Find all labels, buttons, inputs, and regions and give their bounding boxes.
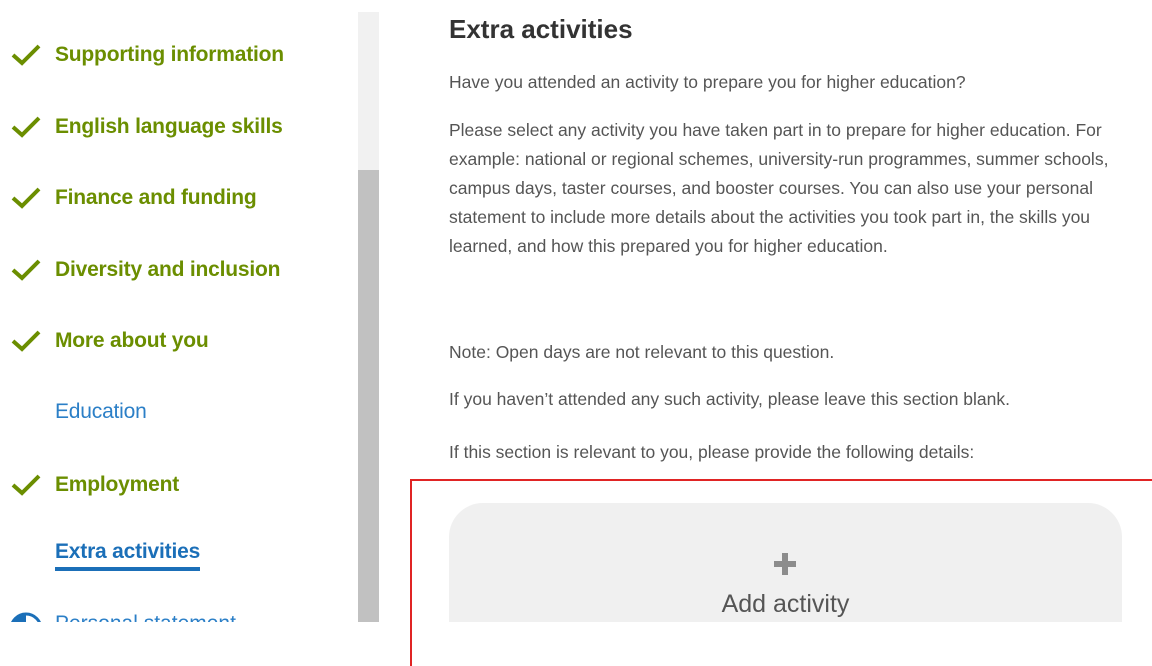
question-text: Have you attended an activity to prepare… (449, 72, 966, 92)
checkmark-icon (11, 187, 41, 209)
page-title: Extra activities (449, 14, 633, 44)
sidebar-item-label: Diversity and inclusion (55, 258, 281, 281)
checkmark-icon (11, 259, 41, 281)
blank-hint-text: If you haven’t attended any such activit… (449, 389, 1010, 409)
sidebar-item-personal-statement[interactable]: Personal statement (55, 612, 236, 622)
sidebar-item-label: Education (55, 400, 147, 423)
sidebar-item-label: Supporting information (55, 43, 284, 66)
sidebar-item-label: More about you (55, 329, 209, 352)
add-activity-label: Add activity (721, 590, 850, 618)
description-text: Please select any activity you have take… (449, 120, 1109, 256)
sidebar-scrollbar[interactable] (358, 12, 379, 622)
checkmark-icon (11, 44, 41, 66)
details-hint-text: If this section is relevant to you, plea… (449, 442, 975, 462)
checkmark-icon (11, 330, 41, 352)
note-text: Note: Open days are not relevant to this… (449, 342, 835, 362)
half-circle-icon (9, 612, 43, 622)
sidebar-item-label: Finance and funding (55, 186, 257, 209)
scrollbar-thumb[interactable] (358, 170, 379, 622)
plus-icon (774, 553, 796, 575)
sidebar-item-label: Employment (55, 473, 180, 496)
application-page: Supporting information English language … (0, 0, 1152, 666)
viewport-bottom (412, 622, 1152, 666)
checkmark-icon (11, 474, 41, 496)
checkmark-icon (11, 116, 41, 138)
sidebar-item-label: Extra activities (55, 540, 200, 571)
sidebar-item-label: English language skills (55, 115, 283, 138)
section-sidebar: Supporting information English language … (0, 0, 358, 622)
